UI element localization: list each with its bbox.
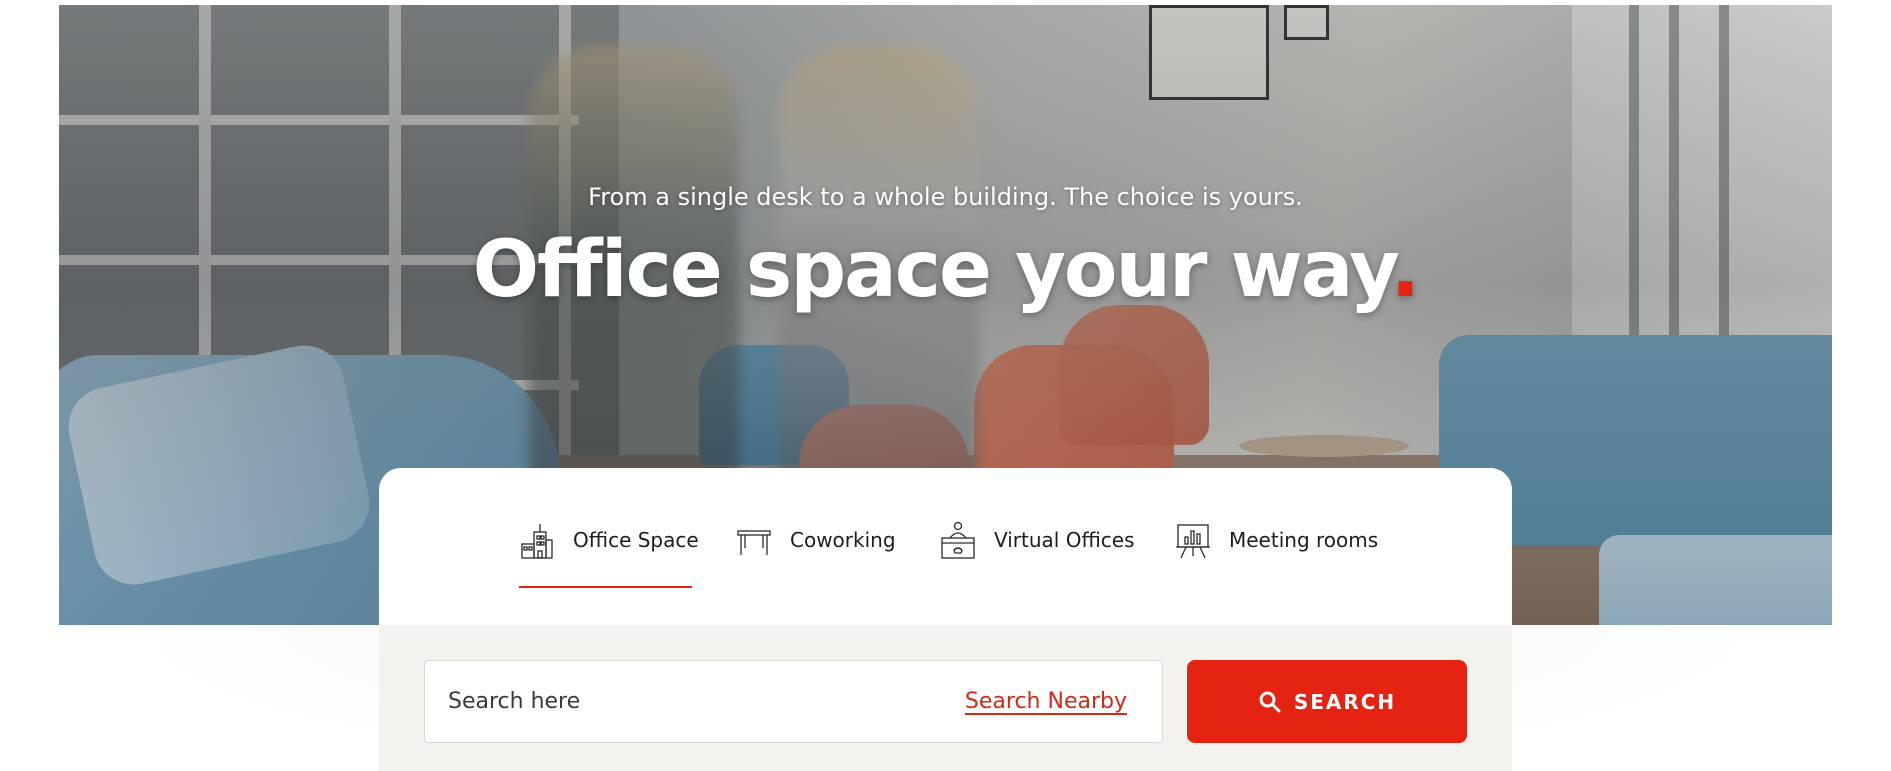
search-button-label: SEARCH [1293,689,1397,714]
hero-headline-dot: . [1390,225,1421,315]
active-tab-indicator [519,586,692,588]
search-input[interactable] [425,661,945,742]
hero-headline: Office space your way. [59,225,1832,315]
tab-virtual-offices[interactable]: Virtual Offices [940,518,1135,562]
presentation-board-icon [1175,520,1211,560]
tab-office-space-label: Office Space [573,528,699,552]
office-building-icon [519,520,555,560]
search-nearby-link[interactable]: Search Nearby [965,689,1127,714]
search-box: Search Nearby [424,660,1163,743]
search-area: Search Nearby SEARCH [379,625,1512,771]
desk-icon [736,520,772,560]
search-icon [1258,690,1282,714]
receptionist-desk-icon [940,520,976,560]
tab-coworking-label: Coworking [790,528,896,552]
tab-virtual-offices-label: Virtual Offices [994,528,1135,552]
tab-office-space[interactable]: Office Space [519,518,699,562]
hero-subtitle: From a single desk to a whole building. … [588,183,1303,211]
tab-meeting-rooms-label: Meeting rooms [1229,528,1379,552]
search-button[interactable]: SEARCH [1187,660,1467,743]
search-card: Office Space Coworking Virtual Offices M… [379,468,1512,771]
page: From a single desk to a whole building. … [0,0,1891,771]
tab-meeting-rooms[interactable]: Meeting rooms [1175,518,1378,562]
product-tabs: Office Space Coworking Virtual Offices M… [379,468,1512,625]
hero-headline-text: Office space your way [472,225,1393,315]
tab-coworking[interactable]: Coworking [736,518,896,562]
